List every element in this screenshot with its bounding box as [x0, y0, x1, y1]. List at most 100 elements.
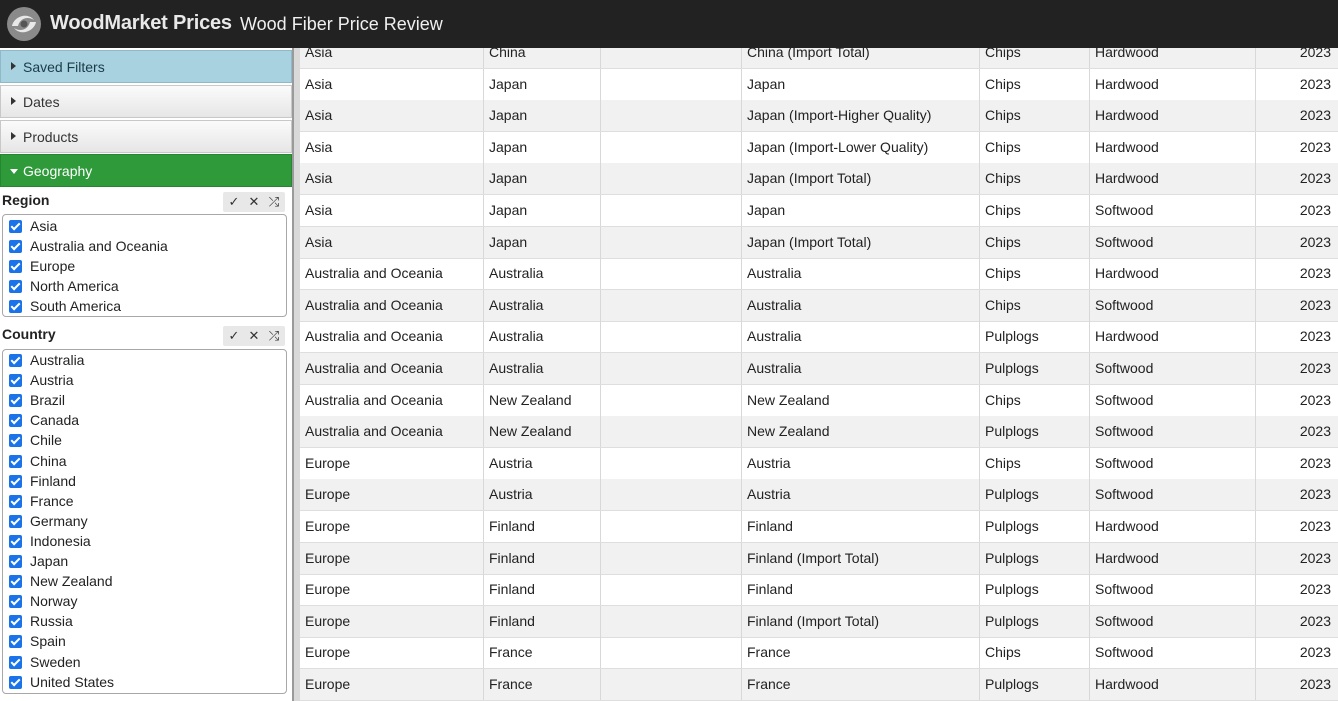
market-cell: Austria [742, 447, 980, 479]
products-section[interactable]: Products [0, 120, 292, 153]
checkbox-checked-icon[interactable] [9, 615, 22, 629]
table-row[interactable]: Australia and Oceania New Zealand New Zeal… [300, 416, 1338, 449]
checkbox-checked-icon[interactable] [9, 514, 22, 528]
year-cell: 2023 [1299, 48, 1331, 60]
country-cell: Finland [484, 574, 601, 606]
table-row[interactable]: Australia and Oceania Australia Australia P… [300, 353, 1338, 385]
region-filter-tools: ✓ ✕ ⤮ [223, 192, 285, 212]
market-cell: Japan (Import Total) [742, 163, 980, 195]
table-row[interactable]: Asia Japan Japan (Import Total) Chips Softwo… [300, 226, 1338, 259]
market-cell: New Zealand [742, 384, 980, 416]
table-row[interactable]: Asia Japan Japan (Import-Lower Quality) Chi… [300, 131, 1338, 164]
species-cell: Hardwood [1090, 511, 1256, 542]
checkbox-checked-icon[interactable] [9, 675, 22, 689]
year-cell: 2023 [1299, 454, 1331, 471]
table-row[interactable]: Asia China China (Import Total) Chips Hardwo… [300, 48, 1338, 69]
checkbox-checked-icon[interactable] [9, 595, 22, 609]
blank-cell [601, 511, 742, 542]
country-filter-tools: ✓ ✕ ⤮ [223, 326, 285, 346]
year-cell: 2023 [1299, 360, 1331, 376]
region-cell: Asia [300, 68, 484, 100]
country-cell: Australia [484, 258, 601, 290]
table-row[interactable]: Asia Japan Japan (Import Total) Chips Hardwo… [300, 163, 1338, 196]
checkbox-checked-icon[interactable] [9, 555, 22, 568]
table-row[interactable]: Europe France France Chips Softwood 2023 [300, 637, 1338, 670]
species-cell: Hardwood [1090, 131, 1256, 163]
table-row[interactable]: Europe Finland Finland (Import Total) Pulpl… [300, 542, 1338, 575]
checkbox-checked-icon[interactable] [9, 534, 22, 548]
year-cell: 2023 [1299, 518, 1331, 534]
checkbox-checked-icon[interactable] [9, 280, 22, 293]
market-cell: Finland [742, 574, 980, 606]
table-row[interactable]: Australia and Oceania Australia Australia C… [300, 289, 1338, 322]
dates-section[interactable]: Dates [0, 85, 292, 118]
shuffle-icon[interactable]: ⤮ [265, 328, 283, 344]
clear-icon[interactable]: ✕ [245, 194, 263, 210]
checkbox-checked-icon[interactable] [9, 260, 22, 273]
table-row[interactable]: Europe Finland Finland Pulplogs Softwood 2023 [300, 574, 1338, 607]
checkbox-checked-icon[interactable] [9, 394, 22, 408]
blank-cell [601, 605, 742, 637]
blank-cell [601, 131, 742, 163]
checkbox-checked-icon[interactable] [9, 300, 22, 313]
checkbox-checked-icon[interactable] [9, 454, 22, 468]
product-cell: Pulplogs [980, 542, 1090, 574]
blank-cell [601, 258, 742, 290]
table-row[interactable]: Asia Japan Japan Chips Hardwood 2023 [300, 68, 1338, 101]
region-cell: Europe [300, 542, 484, 574]
market-cell: Finland (Import Total) [742, 542, 980, 574]
checkbox-checked-icon[interactable] [9, 635, 22, 649]
year-cell: 2023 [1299, 486, 1331, 503]
table-row[interactable]: Australia and Oceania New Zealand New Zeal… [300, 384, 1338, 417]
clear-icon[interactable]: ✕ [245, 328, 263, 344]
select-all-icon[interactable]: ✓ [225, 194, 243, 210]
country-cell: France [484, 669, 601, 700]
checkbox-checked-icon[interactable] [9, 354, 22, 367]
checkbox-checked-icon[interactable] [9, 655, 22, 669]
region-cell: Asia [300, 163, 484, 195]
checkbox-checked-icon[interactable] [9, 575, 22, 589]
species-cell: Softwood [1090, 353, 1256, 384]
table-row[interactable]: Australia and Oceania Australia Australia C… [300, 258, 1338, 291]
product-cell: Chips [980, 68, 1090, 100]
species-cell: Softwood [1090, 479, 1256, 511]
year-cell: 2023 [1299, 581, 1331, 598]
table-row[interactable]: Europe Austria Austria Chips Softwood 2023 [300, 447, 1338, 480]
region-cell: Europe [300, 511, 484, 542]
year-cell: 2023 [1299, 423, 1331, 440]
table-row[interactable]: Asia Japan Japan Chips Softwood 2023 [300, 195, 1338, 227]
shuffle-icon[interactable]: ⤮ [265, 194, 283, 210]
product-cell: Chips [980, 163, 1090, 195]
year-cell: 2023 [1299, 233, 1331, 250]
table-row[interactable]: Europe Austria Austria Pulplogs Softwood 2023 [300, 479, 1338, 512]
saved-filters-section[interactable]: Saved Filters [0, 50, 292, 83]
region-cell: Australia and Oceania [300, 258, 484, 290]
region-cell: Europe [300, 605, 484, 637]
market-cell: China (Import Total) [742, 48, 980, 68]
blank-cell [601, 353, 742, 384]
checkbox-checked-icon[interactable] [9, 240, 22, 253]
checkbox-checked-icon[interactable] [9, 434, 22, 448]
table-row[interactable]: Europe France France Pulplogs Hardwood 2023 [300, 669, 1338, 701]
country-cell: Australia [484, 321, 601, 353]
checkbox-checked-icon[interactable] [9, 414, 22, 428]
geography-section[interactable]: Geography [0, 154, 292, 187]
checkbox-checked-icon[interactable] [9, 220, 22, 233]
region-cell: Europe [300, 479, 484, 511]
checkbox-checked-icon[interactable] [9, 474, 22, 488]
table-row[interactable]: Europe Finland Finland (Import Total) Pulpl… [300, 605, 1338, 638]
table-row[interactable]: Europe Finland Finland Pulplogs Hardwood 2023 [300, 511, 1338, 543]
select-all-icon[interactable]: ✓ [225, 328, 243, 344]
table-row[interactable]: Asia Japan Japan (Import-Higher Quality) Ch… [300, 100, 1338, 133]
market-cell: New Zealand [742, 416, 980, 448]
table-row[interactable]: Australia and Oceania Australia Australia P… [300, 321, 1338, 354]
country-cell: Finland [484, 511, 601, 542]
region-cell: Australia and Oceania [300, 321, 484, 353]
checkbox-checked-icon[interactable] [9, 374, 22, 388]
species-cell: Softwood [1090, 447, 1256, 479]
checkbox-checked-icon[interactable] [9, 494, 22, 508]
blank-cell [601, 574, 742, 606]
blank-cell [601, 416, 742, 448]
country-cell: Austria [484, 447, 601, 479]
product-cell: Chips [980, 131, 1090, 163]
